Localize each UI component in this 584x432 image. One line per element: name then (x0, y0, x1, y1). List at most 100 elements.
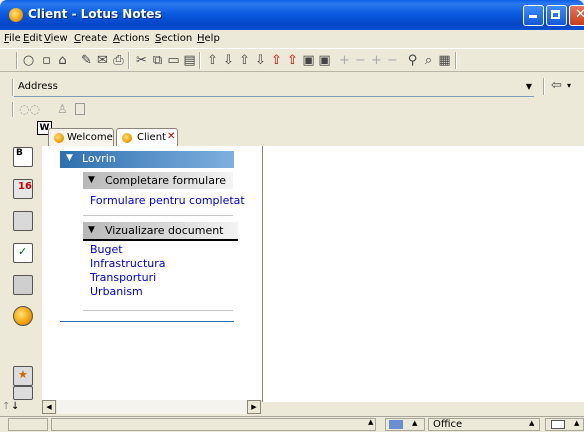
back-dropdown-icon[interactable]: ▾ (567, 81, 571, 90)
tab-welcome[interactable]: Welcome (48, 128, 114, 147)
databases-icon[interactable] (13, 386, 33, 400)
collapse-all-icon[interactable]: − (385, 53, 400, 68)
status-panel[interactable] (8, 418, 48, 431)
stop-icon[interactable]: ○ (21, 53, 36, 68)
toolbar-separator (455, 52, 457, 69)
back-icon[interactable]: ⇦ (551, 78, 562, 93)
bookmarks-more-icon[interactable]: ★ (13, 366, 33, 386)
chat-icon[interactable]: ◌◌ (19, 102, 40, 116)
menu-file[interactable]: File (4, 33, 21, 44)
address-dropdown-icon[interactable]: ▼ (523, 80, 535, 94)
save-icon[interactable]: ▫ (39, 53, 54, 68)
link-transporturi[interactable]: Transporturi (90, 271, 156, 284)
inbox-icon (551, 420, 565, 429)
scroll-left-icon[interactable]: ◀ (42, 400, 56, 414)
divider (83, 310, 233, 311)
action-grip[interactable] (12, 102, 14, 117)
previous-main-icon[interactable]: ⇧ (237, 53, 252, 68)
expand-arrow-icon: ▼ (88, 175, 95, 185)
scroll-track[interactable] (57, 400, 247, 414)
status-message-panel[interactable] (51, 418, 376, 431)
document-icon[interactable] (75, 103, 85, 115)
connection-panel[interactable]: ▲ (385, 418, 425, 431)
location-dropdown-icon[interactable]: ▲ (529, 419, 534, 427)
scroll-down-icon[interactable]: ↓ (11, 401, 19, 412)
collapse-icon[interactable]: − (353, 53, 368, 68)
next-unread-icon[interactable]: ⇧ (285, 53, 300, 68)
scroll-up-icon[interactable]: ↑ (2, 401, 10, 412)
address-label: Address (18, 81, 58, 92)
toggle-icon[interactable]: ▣ (301, 53, 316, 68)
section-title: Completare formulare (105, 174, 226, 187)
link-formulare[interactable]: Formulare pentru completat (90, 194, 245, 207)
bar-toggle-icon[interactable]: ▦ (437, 53, 452, 68)
welcome-icon[interactable] (13, 306, 33, 326)
find-icon[interactable]: ⚲ (405, 53, 420, 68)
toolbar-separator (128, 52, 130, 69)
mail-icon[interactable]: ✉ (95, 53, 110, 68)
status-bar: ▲ ▲ Office ▲ ▲ (0, 416, 584, 432)
calendar-icon[interactable]: 16 (13, 179, 33, 199)
bookmark-bar: B 16 ✓ ★ (0, 146, 42, 400)
toolbar-separator (199, 52, 201, 69)
close-tab-icon[interactable]: ✕ (167, 131, 175, 142)
menu-edit[interactable]: Edit (23, 33, 42, 44)
location-label: Office (433, 419, 463, 430)
toolbar-separator (543, 78, 545, 95)
menu-help[interactable]: Help (197, 33, 220, 44)
edit-icon[interactable]: ✎ (79, 53, 94, 68)
expand-icon[interactable]: + (337, 53, 352, 68)
address-input[interactable] (62, 78, 522, 94)
expand-all-icon[interactable]: + (369, 53, 384, 68)
toolbar: ○ ▫ ⌂ ✎ ✉ ⎙ ✂ ⧉ ▭ ▤ ⇧ ⇩ ⇧ ⇩ ⇧ ⇧ ▣ ▣ + − … (0, 48, 584, 72)
connection-dropdown-icon[interactable]: ▲ (412, 419, 417, 427)
open-icon[interactable]: ⌂ (55, 53, 70, 68)
toolbar-separator (16, 52, 18, 69)
print-icon[interactable]: ⎙ (111, 53, 126, 68)
minimize-button[interactable] (523, 5, 544, 26)
next-main-icon[interactable]: ⇩ (253, 53, 268, 68)
previous-icon[interactable]: ⇧ (205, 53, 220, 68)
tab-label: Client (137, 132, 166, 143)
content-pane[interactable] (262, 146, 584, 402)
link-infrastructura[interactable]: Infrastructura (90, 257, 166, 270)
search-icon[interactable]: ⌕ (421, 53, 436, 68)
action-bar (0, 100, 584, 120)
menu-actions[interactable]: Actions (113, 33, 150, 44)
menu-section[interactable]: Section (155, 33, 192, 44)
status-dropdown-icon[interactable]: ▲ (368, 418, 373, 426)
paste-special-icon[interactable]: ▤ (182, 53, 197, 68)
window-title: Client - Lotus Notes (28, 7, 162, 21)
preview-icon[interactable]: ▣ (317, 53, 332, 68)
horizontal-scrollbar[interactable]: ◀ ▶ (42, 400, 262, 416)
section-header-vizualizare[interactable]: ▼ Vizualizare document (83, 222, 238, 241)
mail-dropdown-icon[interactable]: ▲ (574, 419, 579, 427)
nav-root-header[interactable]: ▼ Lovrin (60, 151, 234, 168)
expand-arrow-icon: ▼ (88, 225, 95, 235)
scroll-right-icon[interactable]: ▶ (247, 400, 261, 414)
nav-bottom-divider (60, 321, 234, 322)
todo-icon[interactable]: ✓ (13, 243, 33, 263)
mail-panel[interactable]: ▲ (545, 418, 584, 431)
address-grip[interactable] (12, 79, 14, 96)
section-header-completare[interactable]: ▼ Completare formulare (83, 172, 233, 189)
paste-icon[interactable]: ▭ (166, 53, 181, 68)
menu-create[interactable]: Create (74, 33, 107, 44)
copy-icon[interactable]: ⧉ (150, 53, 165, 68)
menu-bar: File Edit View Create Actions Section He… (0, 30, 584, 48)
close-button[interactable]: ✕ (569, 5, 584, 26)
address-book-icon[interactable] (13, 211, 33, 231)
next-icon[interactable]: ⇩ (221, 53, 236, 68)
maximize-button[interactable] (546, 5, 567, 26)
menu-view[interactable]: View (44, 33, 68, 44)
location-panel[interactable]: Office ▲ (428, 418, 540, 431)
tab-client[interactable]: Client ✕ (116, 128, 178, 148)
link-urbanism[interactable]: Urbanism (90, 285, 143, 298)
replicator-icon[interactable] (13, 275, 33, 295)
cut-icon[interactable]: ✂ (134, 53, 149, 68)
bookmark-folder-icon[interactable]: B (13, 147, 33, 167)
link-buget[interactable]: Buget (90, 243, 123, 256)
person-icon[interactable]: ♙ (57, 102, 68, 116)
previous-unread-icon[interactable]: ⇧ (269, 53, 284, 68)
network-icon (389, 420, 403, 429)
